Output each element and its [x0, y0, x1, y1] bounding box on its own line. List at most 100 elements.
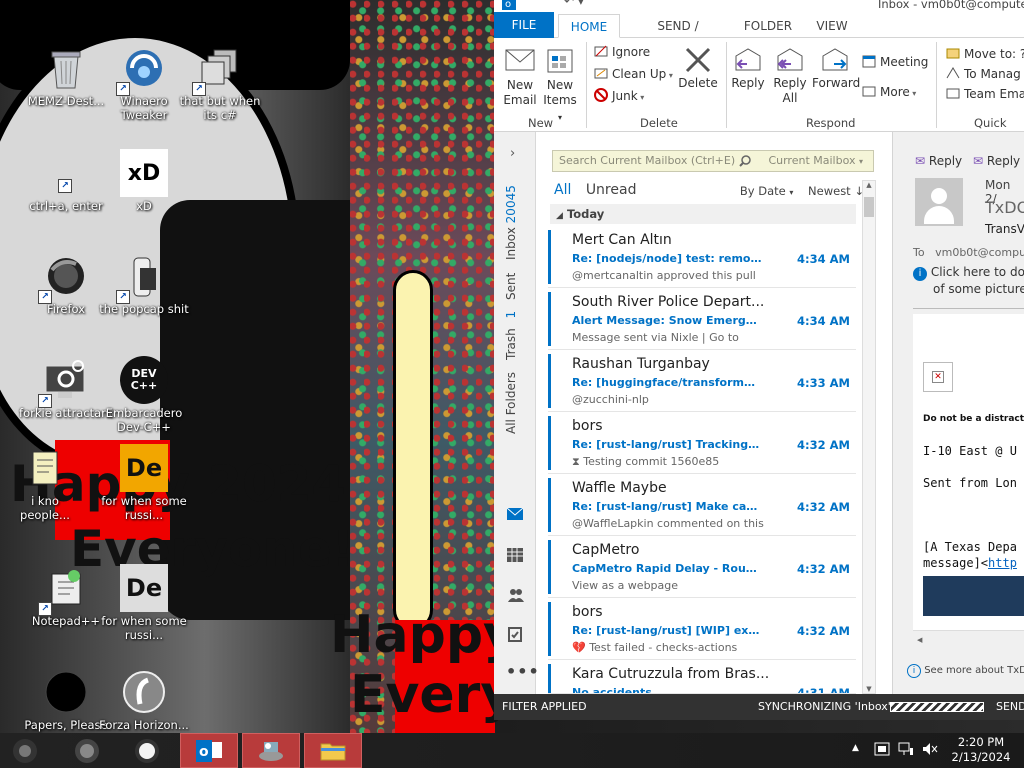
junk-button[interactable]: Junk ▾ [594, 86, 644, 106]
de-icon: De [120, 564, 168, 612]
message-item[interactable]: Raushan Turganbay Re: [huggingface/trans… [548, 350, 856, 412]
desktop-icon-for-when-russi[interactable]: De for when some russi... [96, 560, 192, 660]
scroll-down-icon[interactable]: ▼ [863, 685, 875, 693]
sort-controls: By Date ▾ Newest ↓ [740, 184, 864, 198]
sort-order-toggle[interactable]: Newest ↓ [808, 184, 864, 198]
sort-by-dropdown[interactable]: By Date ▾ [740, 184, 794, 198]
message-item[interactable]: bors Re: [rust-lang/rust] [WIP] experi..… [548, 598, 856, 660]
tab-file[interactable]: FILE [494, 12, 554, 38]
team-email-label: Team Emai [964, 87, 1024, 101]
undo-icon[interactable]: ↶ ▾ [564, 0, 584, 8]
message-sender: South River Police Depart... [572, 294, 765, 310]
more-icon [862, 86, 876, 97]
taskbar-file-explorer[interactable] [304, 733, 362, 768]
body-hscrollbar[interactable]: ◀ [913, 630, 1024, 644]
desktop-icon-popcap[interactable]: ↗ the popcap shit [96, 248, 192, 348]
body-link[interactable]: http [988, 556, 1017, 570]
folder-inbox-label: Inbox [504, 227, 518, 260]
taskbar-outlook[interactable]: o [180, 733, 238, 768]
message-item[interactable]: CapMetro CapMetro Rapid Delay - Route 80… [548, 536, 856, 598]
filter-unread[interactable]: Unread [586, 182, 637, 198]
more-nav-icon[interactable]: ••• [506, 662, 540, 681]
quick-step-to-manager[interactable]: To Manag [946, 64, 1021, 84]
folder-inbox[interactable]: Inbox 20045 [504, 185, 518, 260]
meeting-button[interactable]: Meeting [862, 52, 928, 72]
folder-trash[interactable]: Trash 1 [504, 311, 518, 360]
message-time: 4:34 AM [797, 252, 850, 266]
tasks-nav-icon[interactable] [508, 626, 522, 645]
expand-chevron-icon[interactable]: › [510, 146, 515, 161]
reading-reply-all-button[interactable]: ✉ Reply [973, 154, 1020, 168]
message-preview: Message sent via Nixle | Go to [572, 331, 739, 344]
mail-nav-icon[interactable] [506, 507, 524, 523]
tray-network-icon[interactable] [898, 742, 914, 768]
folder-all-folders[interactable]: All Folders [504, 372, 518, 434]
scroll-left-icon[interactable]: ◀ [917, 636, 922, 644]
wallpaper-text: Every [350, 665, 515, 725]
dropdown-arrow-icon: ▾ [666, 71, 673, 80]
reply-icon: ✉ [915, 154, 926, 168]
forward-button[interactable]: Forward [812, 46, 861, 91]
ignore-button[interactable]: Ignore [594, 42, 650, 62]
body-line: [A Texas Depa [923, 540, 1017, 554]
search-icon[interactable] [739, 155, 751, 167]
firefox-icon [75, 738, 99, 763]
message-list: Search Current Mailbox (Ctrl+E) Current … [544, 132, 880, 694]
desktop-icon-forza[interactable]: Forza Horizon... [96, 664, 192, 732]
message-item[interactable]: bors Re: [rust-lang/rust] Tracking imp..… [548, 412, 856, 474]
desktop-icon-that-but-when[interactable]: ↗ that but when its c# [172, 40, 268, 140]
message-list-scrollbar[interactable]: ▲ ▼ [862, 180, 876, 694]
group-header-today[interactable]: ◢ Today [550, 204, 856, 224]
forward-label: Forward [812, 76, 861, 90]
people-pane-footer[interactable]: i See more about TxDOT [907, 664, 1024, 678]
taskbar-clock[interactable]: 2:20 PM 2/13/2024 [948, 735, 1014, 765]
start-button[interactable] [0, 733, 50, 768]
message-item[interactable]: Kara Cutruzzula from Bras... No accident… [548, 660, 856, 694]
reply-button[interactable]: Reply [730, 46, 766, 91]
tab-home[interactable]: HOME [558, 14, 620, 38]
delete-button[interactable]: Delete [678, 46, 718, 91]
filter-all[interactable]: All [554, 182, 571, 198]
search-scope-label: Current Mailbox [768, 154, 856, 167]
tab-view[interactable]: VIEW [810, 14, 854, 38]
download-pictures-info[interactable]: i Click here to dow of some pictures [913, 264, 1024, 297]
avatar-shoulders [924, 206, 954, 224]
tray-action-center-icon[interactable] [874, 742, 890, 768]
scrollbar-thumb[interactable] [864, 197, 874, 217]
more-respond-button[interactable]: More ▾ [862, 82, 916, 102]
folder-sent[interactable]: Sent [504, 273, 518, 300]
new-email-button[interactable]: New Email [502, 48, 538, 108]
quick-step-move-to[interactable]: Move to: ? [946, 44, 1024, 64]
tab-folder[interactable]: FOLDER [740, 14, 796, 38]
shortcut-arrow-icon: ↗ [58, 179, 72, 193]
svg-text:o: o [505, 0, 511, 10]
reply-all-button[interactable]: Reply All [772, 46, 808, 106]
message-sender: Mert Can Altın [572, 232, 672, 248]
tab-send-receive[interactable]: SEND / RECEIVE [630, 14, 726, 57]
desktop-icon-i-kno-people[interactable]: i kno people... [10, 440, 80, 540]
scroll-up-icon[interactable]: ▲ [863, 181, 875, 189]
clean-up-button[interactable]: Clean Up ▾ [594, 64, 673, 84]
unread-indicator [548, 354, 551, 408]
taskbar-firefox[interactable] [58, 733, 116, 768]
message-item[interactable]: South River Police Depart... Alert Messa… [548, 288, 856, 350]
quick-step-team-email[interactable]: Team Emai [946, 84, 1024, 104]
taskbar-remote-app[interactable] [242, 733, 300, 768]
people-nav-icon[interactable] [507, 588, 525, 605]
search-scope-dropdown[interactable]: Current Mailbox ▾ [768, 151, 863, 172]
forza-icon [120, 668, 168, 716]
desktop-icon-devcpp[interactable]: DEV C++ Embarcadero Dev-C++ [96, 352, 192, 452]
message-item[interactable]: Mert Can Altın Re: [nodejs/node] test: r… [548, 226, 856, 288]
tray-volume-muted-icon[interactable] [922, 742, 938, 768]
body-line: I-10 East @ U [923, 444, 1017, 458]
message-item[interactable]: Waffle Maybe Re: [rust-lang/rust] Make c… [548, 474, 856, 536]
desktop-icon-xd[interactable]: xD xD [96, 145, 192, 245]
taskbar-app-circle[interactable] [118, 733, 176, 768]
folder-trash-label: Trash [504, 328, 518, 360]
reading-reply-button[interactable]: ✉ Reply [915, 154, 962, 168]
new-items-button[interactable]: New Items ▾ [542, 48, 578, 125]
search-input[interactable]: Search Current Mailbox (Ctrl+E) Current … [552, 150, 874, 172]
show-hidden-icons[interactable]: ▲ [852, 743, 859, 768]
desktop-icon-for-when-russi[interactable]: De for when some russi... [96, 440, 192, 540]
calendar-nav-icon[interactable] [507, 548, 523, 565]
